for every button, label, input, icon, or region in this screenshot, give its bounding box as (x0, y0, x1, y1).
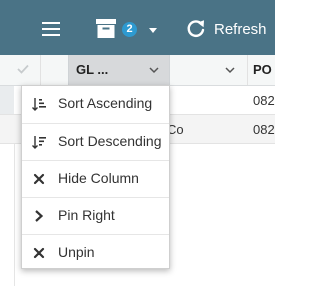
hamburger-menu-icon[interactable] (42, 22, 60, 36)
po-cell: 082 (253, 93, 275, 108)
po-column-label[interactable]: PO (253, 62, 272, 77)
menu-item-label: Pin Right (58, 207, 115, 223)
top-toolbar: 2 Refresh (0, 0, 275, 55)
column-menu-chevron-icon[interactable] (149, 66, 159, 74)
caret-down-icon (149, 28, 157, 33)
close-icon (33, 247, 45, 259)
checkmark-icon (17, 64, 29, 74)
menu-item-label: Unpin (58, 244, 95, 260)
sort-descending-icon (32, 136, 46, 149)
menu-item-label: Hide Column (58, 170, 139, 186)
sort-ascending-menu-item[interactable]: Sort Ascending (22, 86, 169, 122)
column-menu-chevron-icon[interactable] (225, 66, 235, 74)
menu-item-label: Sort Descending (58, 133, 162, 149)
archive-box-icon (96, 19, 116, 38)
po-cell: 082 (253, 122, 275, 137)
close-icon (33, 173, 45, 185)
gl-column-header[interactable]: GL ... (68, 55, 170, 85)
chevron-right-icon (35, 210, 44, 222)
sort-descending-menu-item[interactable]: Sort Descending (22, 123, 169, 160)
refresh-icon (187, 20, 205, 37)
gl-column-label: GL ... (76, 62, 109, 77)
archive-dropdown-button[interactable]: 2 (94, 14, 160, 44)
pin-right-menu-item[interactable]: Pin Right (22, 197, 169, 234)
archive-count-badge: 2 (122, 22, 137, 37)
sort-ascending-icon (32, 98, 46, 111)
menu-item-label: Sort Ascending (58, 95, 153, 111)
refresh-label: Refresh (214, 21, 267, 38)
vendor-column-header[interactable] (169, 55, 248, 85)
grid-header-row: GL ... PO (0, 55, 275, 86)
column-context-menu: Sort Ascending Sort Descending Hide Colu… (21, 85, 170, 269)
select-all-checkbox[interactable] (0, 55, 41, 85)
hide-column-menu-item[interactable]: Hide Column (22, 160, 169, 197)
sidebar-edge-lower (0, 144, 15, 286)
unpin-menu-item[interactable]: Unpin (22, 234, 169, 271)
